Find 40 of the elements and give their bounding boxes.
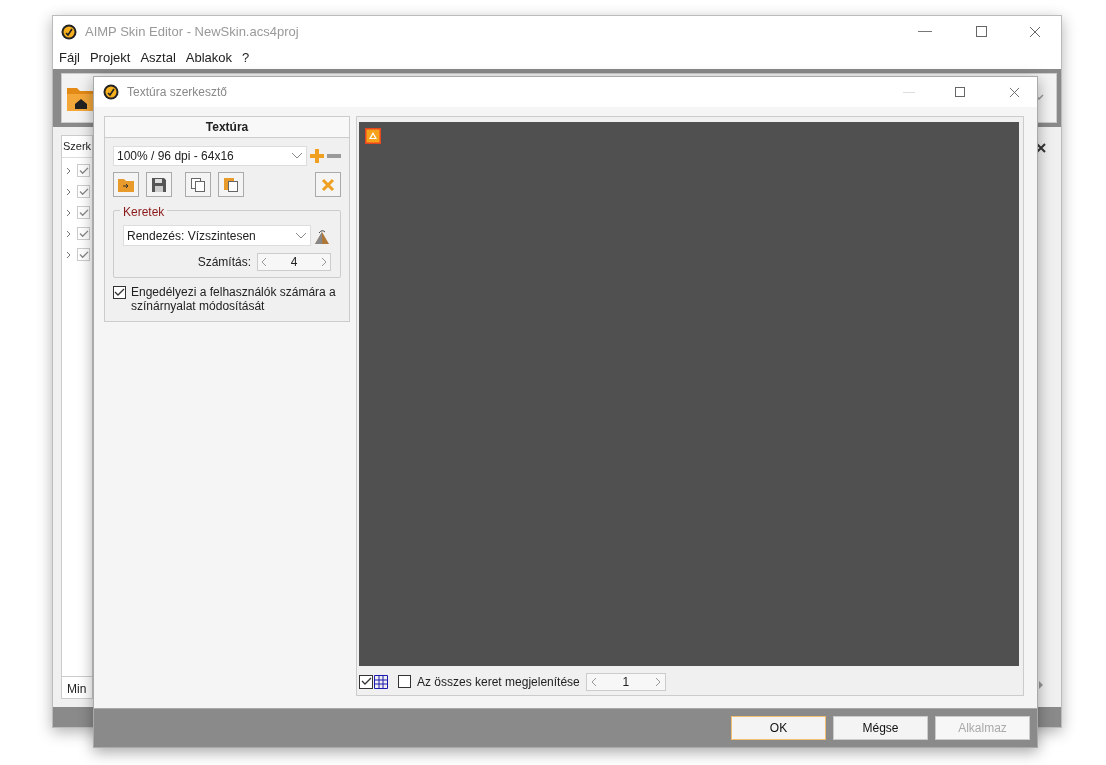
chevron-down-icon[interactable]	[295, 231, 307, 240]
checkbox[interactable]	[398, 675, 411, 688]
maximize-icon[interactable]	[955, 87, 965, 97]
app-logo-icon	[103, 84, 119, 100]
texture-frame-icon	[365, 128, 381, 144]
paste-icon	[223, 176, 239, 193]
count-label: Számítás:	[197, 254, 251, 271]
panel-header: Szerk	[62, 136, 92, 158]
menu-item[interactable]: Fájl	[59, 48, 80, 68]
checkbox[interactable]	[113, 286, 126, 299]
app-logo-icon	[61, 23, 77, 40]
menu-item[interactable]: ?	[242, 48, 250, 68]
chevron-down-icon[interactable]	[291, 152, 303, 160]
paste-button[interactable]	[218, 172, 244, 197]
menu-item[interactable]: Projekt	[89, 48, 131, 68]
menu-item[interactable]: Ablakok	[185, 48, 233, 68]
checkbox[interactable]	[359, 674, 373, 689]
arrangement-dropdown[interactable]: Rendezés: Vízszintesen	[123, 225, 311, 246]
close-icon[interactable]	[1029, 25, 1041, 38]
mountain-arrow-icon[interactable]	[313, 227, 331, 244]
panel-header: Textúra	[105, 117, 349, 138]
dialog-button[interactable]: Mégse	[833, 716, 928, 740]
delete-icon	[321, 177, 335, 192]
count-spinner[interactable]: 4	[257, 253, 331, 271]
close-icon[interactable]	[1036, 143, 1046, 153]
copy-icon	[190, 176, 206, 193]
menu-item[interactable]: Asztal	[140, 48, 176, 68]
save-button[interactable]	[146, 172, 172, 197]
copy-button[interactable]	[185, 172, 211, 197]
size-dropdown[interactable]: 100% / 96 dpi - 64x16	[113, 146, 307, 166]
frame-spinner[interactable]: 1	[585, 672, 666, 691]
panel-tab[interactable]: Min	[62, 676, 92, 698]
checkbox-label: Az összes keret megjelenítése	[417, 673, 580, 691]
grid-icon	[374, 674, 388, 689]
window-title: AIMP Skin Editor - NewSkin.acs4proj	[85, 22, 299, 41]
dialog-button[interactable]: OK	[731, 716, 826, 740]
folder-icon	[118, 177, 134, 192]
dialog-title: Textúra szerkesztő	[127, 84, 228, 101]
maximize-icon[interactable]	[976, 26, 987, 37]
checkbox-label: Engedélyezi a felhasználók számára a színárnyalat módosítását	[131, 285, 337, 313]
